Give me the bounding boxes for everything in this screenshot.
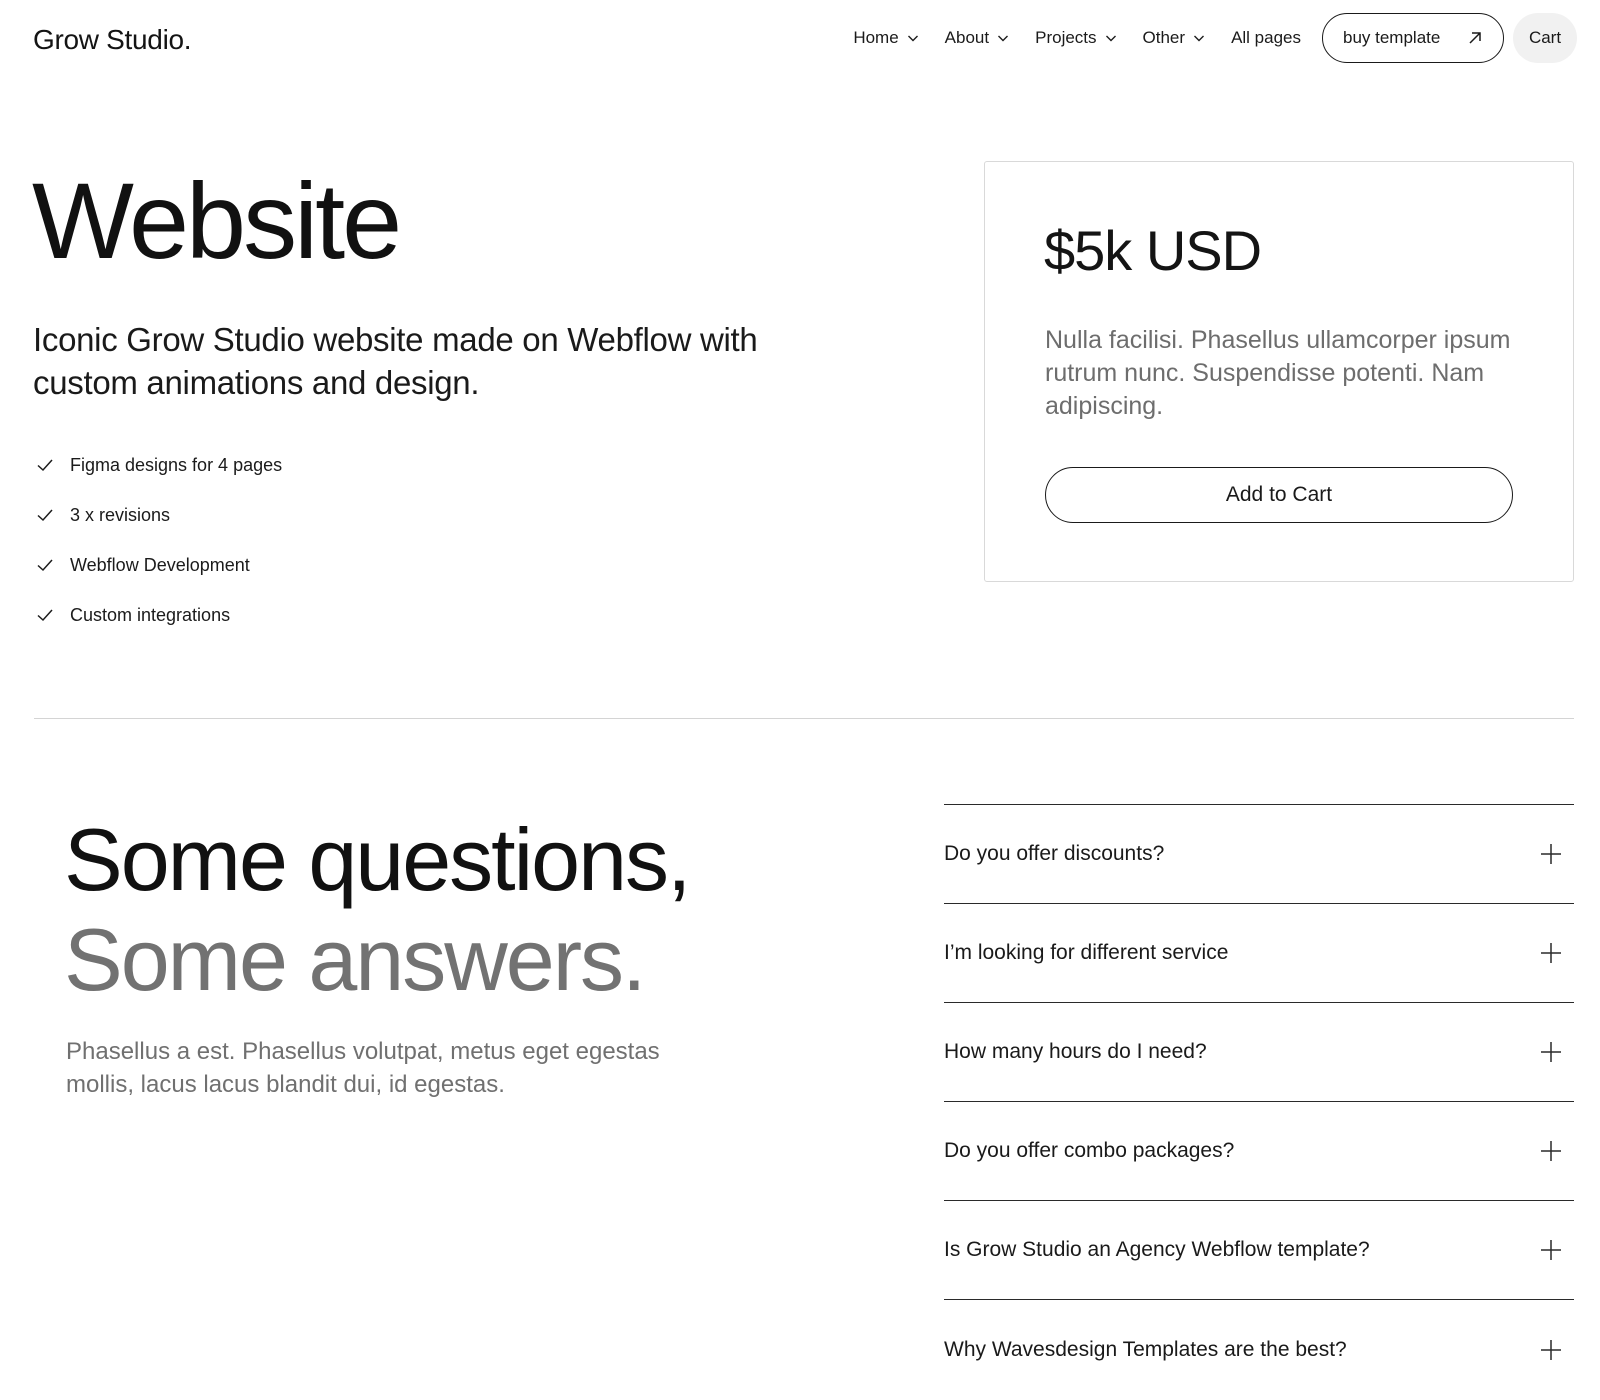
plus-icon — [1541, 844, 1561, 864]
check-icon — [37, 559, 53, 572]
nav-item-home[interactable]: Home — [853, 28, 918, 48]
faq-heading-line2: Some answers. — [64, 910, 646, 1009]
nav-item-label: Home — [853, 28, 899, 47]
faq-question: Why Wavesdesign Templates are the best? — [944, 1337, 1347, 1361]
brand-logo[interactable]: Grow Studio. — [33, 24, 192, 56]
faq-question: How many hours do I need? — [944, 1040, 1207, 1063]
chevron-down-icon — [998, 35, 1009, 42]
cart-button[interactable]: Cart — [1513, 13, 1577, 63]
nav-item-label: Projects — [1035, 28, 1097, 47]
buy-template-label: buy template — [1343, 28, 1441, 47]
plus-icon — [1541, 1339, 1561, 1360]
nav-links: Home About Projects Other All pages buy … — [853, 13, 1577, 63]
nav-item-label: About — [944, 28, 990, 47]
plus-icon — [1541, 1141, 1561, 1161]
chevron-down-icon — [907, 35, 918, 42]
faq-question: Do you offer combo packages? — [944, 1139, 1235, 1162]
feature-item: Custom integrations — [36, 590, 282, 640]
feature-item: Figma designs for 4 pages — [36, 440, 282, 490]
faq-item[interactable]: Do you offer combo packages? — [944, 1102, 1574, 1201]
faq-heading-line1: Some questions, — [64, 810, 691, 909]
faq-question: Do you offer discounts? — [944, 842, 1165, 865]
nav-item-about[interactable]: About — [945, 28, 1009, 48]
plus-icon — [1541, 1042, 1561, 1062]
page-title: Website — [32, 160, 402, 281]
feature-item: Webflow Development — [36, 540, 282, 590]
price-description: Nulla facilisi. Phasellus ullamcorper ip… — [1045, 326, 1511, 420]
nav-item-all-pages[interactable]: All pages — [1231, 28, 1301, 48]
feature-item: 3 x revisions — [36, 490, 282, 540]
feature-label: 3 x revisions — [70, 504, 171, 525]
hero-subtitle: Iconic Grow Studio website made on Webfl… — [33, 321, 758, 401]
feature-label: Webflow Development — [70, 554, 250, 575]
faq-list: Do you offer discounts? I’m looking for … — [944, 804, 1574, 1399]
check-icon — [37, 459, 53, 472]
arrow-up-right-icon — [1469, 32, 1481, 44]
check-icon — [37, 509, 53, 522]
section-divider — [34, 718, 1574, 719]
price-card: $5k USD Nulla facilisi. Phasellus ullamc… — [984, 161, 1574, 582]
plus-icon — [1541, 1240, 1561, 1260]
feature-label: Figma designs for 4 pages — [70, 454, 283, 475]
faq-description: Phasellus a est. Phasellus volutpat, met… — [66, 1038, 660, 1098]
check-icon — [37, 609, 53, 622]
faq-item[interactable]: How many hours do I need? — [944, 1003, 1574, 1102]
nav-item-label: Other — [1142, 28, 1186, 47]
nav-item-projects[interactable]: Projects — [1035, 28, 1116, 48]
chevron-down-icon — [1194, 35, 1205, 42]
feature-list: Figma designs for 4 pages 3 x revisions … — [36, 440, 282, 640]
chevron-down-icon — [1105, 35, 1116, 42]
top-nav: Grow Studio. Home About Projects Other A… — [0, 0, 1600, 80]
add-to-cart-button[interactable]: Add to Cart — [1045, 467, 1513, 523]
plus-icon — [1541, 943, 1561, 963]
faq-item[interactable]: Why Wavesdesign Templates are the best? — [944, 1300, 1574, 1399]
nav-item-other[interactable]: Other — [1143, 28, 1206, 48]
faq-question: Is Grow Studio an Agency Webflow templat… — [944, 1238, 1370, 1261]
faq-question: I’m looking for different service — [944, 941, 1229, 964]
feature-label: Custom integrations — [70, 604, 231, 625]
faq-item[interactable]: I’m looking for different service — [944, 904, 1574, 1003]
faq-item[interactable]: Do you offer discounts? — [944, 805, 1574, 904]
price-label: $5k USD — [1044, 219, 1262, 282]
buy-template-button[interactable]: buy template — [1322, 13, 1504, 63]
faq-item[interactable]: Is Grow Studio an Agency Webflow templat… — [944, 1201, 1574, 1300]
